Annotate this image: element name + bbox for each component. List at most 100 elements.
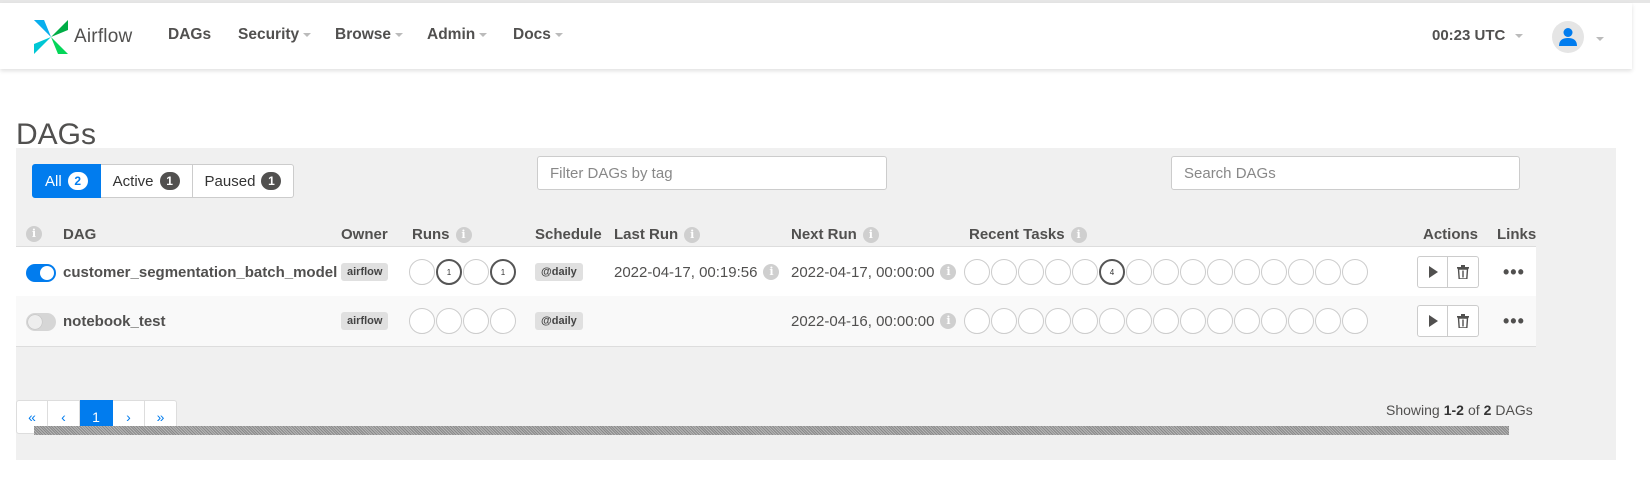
task-state-circle[interactable] <box>1207 259 1233 285</box>
info-icon[interactable]: i <box>684 226 701 243</box>
filter-paused-button[interactable]: Paused 1 <box>192 164 295 198</box>
brand[interactable]: Airflow <box>30 15 132 59</box>
task-state-circle[interactable] <box>1099 308 1125 334</box>
links-menu-icon[interactable]: ••• <box>1503 311 1525 332</box>
run-state-circle[interactable] <box>463 259 489 285</box>
task-state-circle[interactable] <box>964 259 990 285</box>
task-state-circle[interactable] <box>1072 259 1098 285</box>
header-dag[interactable]: DAG <box>63 226 96 243</box>
chevron-down-icon <box>395 33 403 37</box>
run-state-circle[interactable]: 1 <box>490 259 516 285</box>
run-state-circle[interactable] <box>436 308 462 334</box>
header-owner[interactable]: Owner <box>341 226 388 243</box>
info-icon[interactable]: i <box>940 264 957 280</box>
task-state-circle[interactable] <box>1018 308 1044 334</box>
trigger-dag-button[interactable] <box>1417 305 1448 337</box>
header-last-run-label: Last Run <box>614 226 679 243</box>
task-state-circle[interactable] <box>1126 308 1152 334</box>
nav-dags[interactable]: DAGs <box>168 26 211 44</box>
task-state-circle[interactable] <box>1288 259 1314 285</box>
dag-name-link[interactable]: notebook_test <box>63 313 166 330</box>
task-state-circle[interactable] <box>1234 308 1260 334</box>
task-state-circle[interactable] <box>1126 259 1152 285</box>
showing-total: 2 <box>1483 402 1492 418</box>
task-state-circle[interactable] <box>1315 308 1341 334</box>
tag-filter-input[interactable] <box>537 156 887 190</box>
task-state-circle[interactable] <box>1261 259 1287 285</box>
filter-active-button[interactable]: Active 1 <box>100 164 193 198</box>
delete-dag-button[interactable] <box>1448 305 1479 337</box>
nav-dags-label: DAGs <box>168 26 212 43</box>
last-run-link[interactable]: 2022-04-17, 00:19:56 <box>614 264 757 281</box>
task-state-circle[interactable]: 4 <box>1099 259 1125 285</box>
dag-pause-toggle[interactable] <box>26 264 56 282</box>
task-state-circle[interactable] <box>1072 308 1098 334</box>
task-state-circle[interactable] <box>1315 259 1341 285</box>
header-schedule[interactable]: Schedule <box>535 226 602 243</box>
search-dags-input[interactable] <box>1171 156 1520 190</box>
info-icon[interactable]: i <box>940 313 957 329</box>
nav-security[interactable]: Security <box>238 26 312 44</box>
owner-badge[interactable]: airflow <box>341 312 389 330</box>
info-icon[interactable]: i <box>455 226 472 243</box>
dag-runs-status: 1 1 <box>409 259 516 285</box>
info-icon[interactable]: i <box>26 226 42 242</box>
links-menu-icon[interactable]: ••• <box>1503 262 1525 283</box>
chevron-down-icon[interactable] <box>1596 37 1604 41</box>
header-last-run: Last Run i <box>614 226 701 243</box>
run-state-circle[interactable]: 1 <box>436 259 462 285</box>
task-state-circle[interactable] <box>1018 259 1044 285</box>
task-state-circle[interactable] <box>1180 259 1206 285</box>
info-icon[interactable]: i <box>763 264 780 280</box>
task-state-circle[interactable] <box>1342 259 1368 285</box>
run-state-circle[interactable] <box>463 308 489 334</box>
timezone-clock[interactable]: 00:23 UTC <box>1432 27 1524 44</box>
dag-name-link[interactable]: customer_segmentation_batch_model <box>63 264 337 281</box>
schedule-badge[interactable]: @daily <box>535 263 583 281</box>
task-state-circle[interactable] <box>991 308 1017 334</box>
table-row: customer_segmentation_batch_model airflo… <box>16 246 1536 298</box>
run-state-circle[interactable] <box>409 259 435 285</box>
filter-active-label: Active <box>112 172 154 190</box>
trigger-dag-button[interactable] <box>1417 256 1448 288</box>
task-state-circle[interactable] <box>1153 259 1179 285</box>
task-state-circle[interactable] <box>1207 308 1233 334</box>
run-state-circle[interactable] <box>409 308 435 334</box>
header-runs: Runs i <box>412 226 472 243</box>
filter-all-button[interactable]: All 2 <box>32 164 101 198</box>
nav-docs[interactable]: Docs <box>513 26 563 44</box>
task-state-circle[interactable] <box>1288 308 1314 334</box>
owner-badge[interactable]: airflow <box>341 263 389 281</box>
info-icon[interactable]: i <box>1070 226 1087 243</box>
trash-icon <box>1457 265 1469 279</box>
dag-pause-toggle[interactable] <box>26 313 56 331</box>
user-avatar[interactable] <box>1552 21 1584 53</box>
task-state-circle[interactable] <box>964 308 990 334</box>
dags-panel: All 2 Active 1 Paused 1 i DAG Owner Runs… <box>16 148 1616 460</box>
task-state-circle[interactable] <box>991 259 1017 285</box>
play-icon <box>1428 315 1438 327</box>
task-state-circle[interactable] <box>1045 259 1071 285</box>
run-state-circle[interactable] <box>490 308 516 334</box>
task-state-circle[interactable] <box>1045 308 1071 334</box>
nav-admin[interactable]: Admin <box>427 26 488 44</box>
schedule-badge[interactable]: @daily <box>535 312 583 330</box>
page-title: DAGs <box>16 118 97 152</box>
task-state-circle[interactable] <box>1261 308 1287 334</box>
task-state-circle[interactable] <box>1342 308 1368 334</box>
task-state-circle[interactable] <box>1234 259 1260 285</box>
header-owner-label: Owner <box>341 226 388 243</box>
chevron-down-icon <box>303 33 312 37</box>
info-icon[interactable]: i <box>862 226 879 243</box>
nav-browse-label: Browse <box>335 26 391 43</box>
play-icon <box>1428 266 1438 278</box>
horizontal-scrollbar[interactable] <box>34 426 1509 435</box>
header-recent-tasks: Recent Tasks i <box>969 226 1087 243</box>
task-state-circle[interactable] <box>1180 308 1206 334</box>
task-state-circle[interactable] <box>1153 308 1179 334</box>
showing-suffix: DAGs <box>1495 402 1533 418</box>
chevron-down-icon <box>554 33 563 37</box>
nav-browse[interactable]: Browse <box>335 26 403 44</box>
delete-dag-button[interactable] <box>1448 256 1479 288</box>
header-next-run: Next Run i <box>791 226 879 243</box>
